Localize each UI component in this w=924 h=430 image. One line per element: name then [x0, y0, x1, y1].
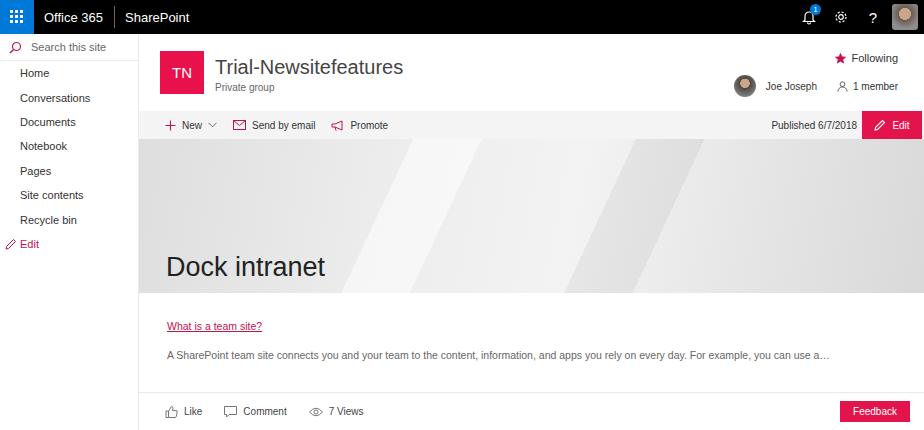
chevron-down-icon	[208, 122, 217, 128]
content-link[interactable]: What is a team site?	[167, 320, 262, 332]
mail-icon	[233, 120, 246, 130]
command-button[interactable]: Send by email	[233, 120, 315, 131]
sidebar-item[interactable]: Edit	[0, 232, 138, 256]
sidebar-item[interactable]: Conversations	[0, 85, 138, 109]
sharepoint-page: Office 365 SharePoint 1 ? Search this si…	[0, 0, 924, 430]
command-button[interactable]: New	[165, 120, 217, 131]
content-text: A SharePoint team site connects you and …	[167, 348, 904, 363]
sidebar-item[interactable]: Notebook	[0, 134, 138, 158]
page-footer: Like Comment 7 Views Feedback	[139, 392, 924, 430]
app-name[interactable]: SharePoint	[125, 10, 189, 25]
body: Search this site Home Conversations Docu…	[0, 34, 924, 430]
main-content: TN Trial-Newsitefeatures Private group F…	[139, 34, 924, 430]
sidebar-item[interactable]: Documents	[0, 110, 138, 134]
comment-icon	[224, 406, 237, 418]
eye-icon	[309, 407, 323, 417]
plus-icon	[165, 120, 176, 131]
top-bar: Office 365 SharePoint 1 ?	[0, 0, 924, 34]
edit-button[interactable]: Edit	[862, 111, 922, 139]
sidebar-item[interactable]: Pages	[0, 159, 138, 183]
sidebar: Search this site Home Conversations Docu…	[0, 34, 139, 430]
command-bar: New Send by email Promote Published 6/7/…	[139, 111, 924, 139]
site-owner[interactable]: Joe Joseph	[734, 75, 817, 97]
page-title: Dock intranet	[166, 250, 325, 284]
divider	[114, 6, 115, 28]
members-button[interactable]: 1 member	[837, 81, 898, 92]
site-header: TN Trial-Newsitefeatures Private group F…	[139, 34, 924, 111]
owner-avatar	[734, 75, 756, 97]
notification-badge: 1	[810, 4, 821, 15]
feedback-button[interactable]: Feedback	[840, 401, 910, 422]
user-avatar[interactable]	[892, 4, 918, 30]
top-actions: 1 ?	[796, 0, 924, 34]
settings-button[interactable]	[828, 0, 854, 34]
app-launcher-icon[interactable]	[0, 0, 34, 34]
published-date: Published 6/7/2018	[771, 120, 857, 131]
pencil-icon	[874, 119, 886, 131]
sidebar-item[interactable]: Site contents	[0, 183, 138, 207]
brand-name[interactable]: Office 365	[44, 10, 103, 25]
following-button[interactable]: Following	[835, 52, 898, 64]
page-content: What is a team site? A SharePoint team s…	[139, 293, 924, 392]
gear-icon	[833, 9, 849, 25]
site-title[interactable]: Trial-Newsitefeatures	[215, 54, 403, 80]
site-subtitle: Private group	[215, 82, 403, 93]
megaphone-icon	[331, 120, 344, 131]
help-button[interactable]: ?	[860, 0, 886, 34]
search-icon	[9, 41, 22, 54]
pencil-icon	[5, 238, 17, 250]
sidebar-item[interactable]: Recycle bin	[0, 207, 138, 231]
footer-action: 7 Views	[309, 406, 364, 417]
notifications-button[interactable]: 1	[796, 0, 822, 34]
footer-action[interactable]: Like	[165, 406, 202, 418]
site-logo[interactable]: TN	[160, 51, 204, 94]
person-icon	[837, 81, 848, 92]
thumbs-up-icon	[165, 406, 178, 418]
sidebar-item[interactable]: Home	[0, 61, 138, 85]
hero-banner: Dock intranet	[139, 139, 924, 293]
footer-action[interactable]: Comment	[224, 406, 286, 418]
star-icon	[835, 53, 846, 64]
site-search[interactable]: Search this site	[0, 34, 138, 61]
command-button[interactable]: Promote	[331, 120, 388, 131]
